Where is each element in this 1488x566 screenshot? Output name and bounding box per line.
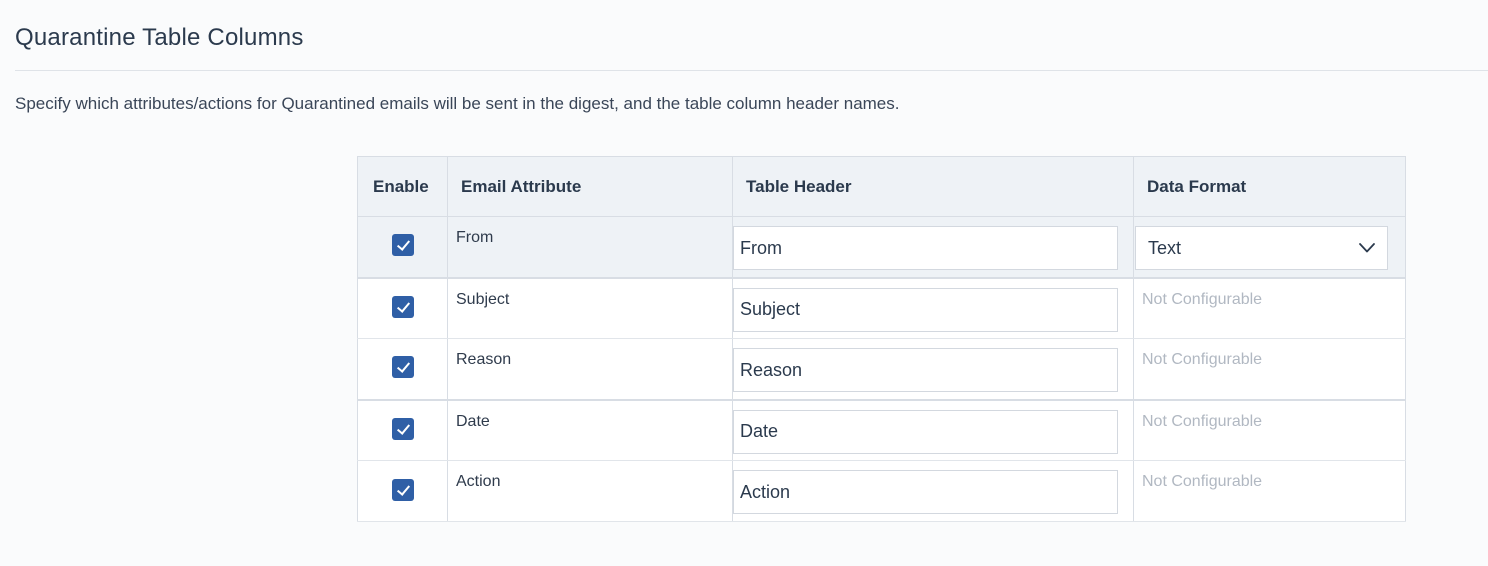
section-divider bbox=[15, 70, 1488, 71]
header-cell bbox=[732, 460, 1134, 522]
section-title: Quarantine Table Columns bbox=[15, 24, 304, 51]
table-row-reason: Reason Not Configurable bbox=[357, 338, 1406, 400]
enable-checkbox-reason[interactable] bbox=[391, 356, 414, 379]
table-row-from: From Text bbox=[357, 216, 1406, 278]
chevron-down-icon bbox=[1359, 243, 1375, 253]
table-row-date: Date Not Configurable bbox=[357, 398, 1406, 461]
format-cell: Not Configurable bbox=[1133, 460, 1406, 522]
section-description: Specify which attributes/actions for Qua… bbox=[15, 94, 900, 113]
format-cell: Text bbox=[1133, 216, 1406, 278]
attribute-name-subject: Subject bbox=[456, 290, 510, 308]
column-header-email-attribute: Email Attribute bbox=[447, 156, 733, 217]
data-format-not-configurable: Not Configurable bbox=[1142, 412, 1263, 430]
table-row-subject: Subject Not Configurable bbox=[357, 276, 1406, 339]
data-format-select-from[interactable]: Text bbox=[1135, 226, 1388, 270]
column-header-data-format: Data Format bbox=[1133, 156, 1406, 217]
format-cell: Not Configurable bbox=[1133, 338, 1406, 400]
table-header-input-from[interactable] bbox=[733, 226, 1118, 270]
table-header-input-action[interactable] bbox=[733, 470, 1118, 514]
data-format-not-configurable: Not Configurable bbox=[1142, 290, 1263, 308]
enable-cell bbox=[357, 216, 448, 278]
header-cell bbox=[732, 216, 1134, 278]
enable-cell bbox=[357, 338, 448, 400]
table-row-action: Action Not Configurable bbox=[357, 460, 1406, 522]
enable-checkbox-from[interactable] bbox=[391, 234, 414, 257]
data-format-not-configurable: Not Configurable bbox=[1142, 473, 1263, 490]
header-cell bbox=[732, 398, 1134, 461]
attribute-name-from: From bbox=[456, 229, 494, 246]
attribute-cell: From bbox=[447, 216, 733, 278]
table-header-input-reason[interactable] bbox=[733, 348, 1118, 392]
data-format-selected-value: Text bbox=[1148, 237, 1182, 258]
header-cell bbox=[732, 276, 1134, 339]
attribute-name-reason: Reason bbox=[456, 351, 512, 368]
enable-cell bbox=[357, 398, 448, 461]
format-cell: Not Configurable bbox=[1133, 276, 1406, 339]
attribute-name-action: Action bbox=[456, 473, 501, 490]
attribute-cell: Action bbox=[447, 460, 733, 522]
header-cell bbox=[732, 338, 1134, 400]
table-header-input-subject[interactable] bbox=[733, 287, 1118, 332]
enable-checkbox-date[interactable] bbox=[391, 417, 414, 440]
enable-cell bbox=[357, 460, 448, 522]
table-header-row: Enable Email Attribute Table Header Data… bbox=[357, 156, 1406, 217]
quarantine-columns-table: Enable Email Attribute Table Header Data… bbox=[357, 156, 1406, 522]
data-format-not-configurable: Not Configurable bbox=[1142, 351, 1263, 368]
column-header-enable: Enable bbox=[357, 156, 448, 217]
attribute-cell: Subject bbox=[447, 276, 733, 339]
enable-cell bbox=[357, 276, 448, 339]
attribute-cell: Date bbox=[447, 398, 733, 461]
attribute-cell: Reason bbox=[447, 338, 733, 400]
enable-checkbox-action[interactable] bbox=[391, 478, 414, 501]
attribute-name-date: Date bbox=[456, 412, 490, 430]
column-header-table-header: Table Header bbox=[732, 156, 1134, 217]
enable-checkbox-subject[interactable] bbox=[391, 295, 414, 318]
table-header-input-date[interactable] bbox=[733, 409, 1118, 454]
format-cell: Not Configurable bbox=[1133, 398, 1406, 461]
